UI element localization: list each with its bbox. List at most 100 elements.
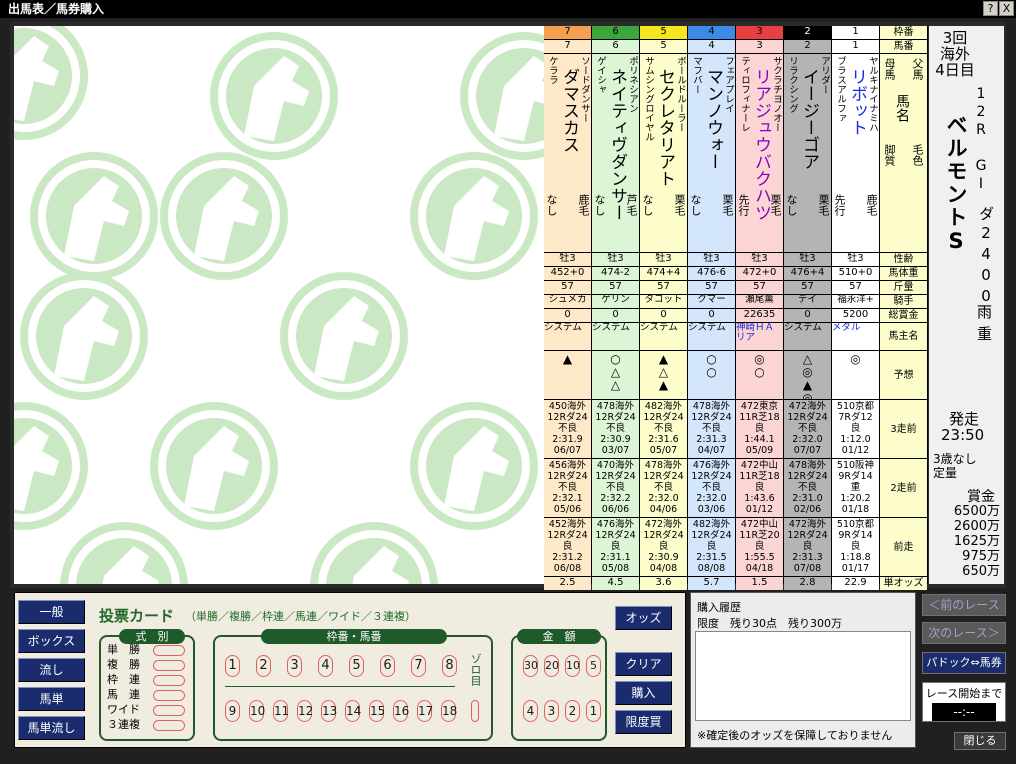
number-button[interactable]: 12 — [297, 700, 313, 722]
amount-button[interactable]: 1 — [586, 700, 601, 722]
bet-mode-button[interactable]: ボックス — [18, 629, 85, 653]
horse-main-cell[interactable]: ポリネシアン ゲイシャ ネイティヴダンサー なし 芦毛 — [592, 54, 639, 252]
amount-button[interactable]: 4 — [523, 700, 538, 722]
past-race-line: 不良 — [557, 482, 577, 493]
past-race-line: 不良 — [605, 423, 625, 434]
amount-button[interactable]: 10 — [565, 655, 580, 677]
amount-button[interactable]: 30 — [523, 655, 538, 677]
action-button[interactable]: クリア — [615, 652, 672, 676]
history-list[interactable] — [695, 631, 911, 721]
past-race-line: 2:32.0 — [648, 493, 679, 504]
horse-name[interactable]: ダマスカス — [559, 68, 579, 153]
sex-age-cell: 牡3 — [640, 253, 687, 266]
bet-type-label: ３連複 — [107, 718, 140, 731]
number-button[interactable]: 15 — [369, 700, 385, 722]
horse-name[interactable]: セクレタリアト — [655, 68, 675, 187]
zoro-checkbox[interactable] — [471, 700, 479, 722]
action-button[interactable]: 限度買 — [615, 710, 672, 734]
number-button[interactable]: 2 — [256, 655, 271, 677]
history-limit: 限度 残り30点 残り300万 — [697, 617, 842, 630]
bet-mode-button[interactable]: 一般 — [18, 600, 85, 624]
past-race-line: 重 — [850, 482, 861, 493]
prize-label: 賞金 — [967, 489, 995, 505]
amount-button[interactable]: 5 — [586, 655, 601, 677]
past-race-line: 不良 — [701, 482, 721, 493]
next-race-button[interactable]: 次のレース＞ — [922, 622, 1006, 644]
past-race-line: 06/06 — [601, 504, 630, 515]
bet-type-toggle[interactable] — [153, 675, 185, 686]
day: 4日目 — [935, 61, 975, 79]
help-button[interactable]: ? — [983, 1, 998, 16]
number-button[interactable]: 11 — [273, 700, 289, 722]
number-button[interactable]: 6 — [380, 655, 395, 677]
bet-type-toggle[interactable] — [153, 660, 185, 671]
number-button[interactable]: 18 — [441, 700, 457, 722]
bet-type-toggle[interactable] — [153, 705, 185, 716]
close-window-button[interactable]: X — [999, 1, 1014, 16]
odds-disclaimer: ※確定後のオッズを保障しておりません — [697, 729, 893, 742]
number-button[interactable]: 8 — [442, 655, 457, 677]
bet-mode-button[interactable]: 馬単流し — [18, 716, 85, 740]
race-card-table: 7 6 5 4 3 2 1 枠番 7 6 5 4 3 2 1 馬番 ソードダンサー ケララ ダマスカス なし 鹿毛 ポリネ… — [544, 26, 928, 590]
number-button[interactable]: 5 — [349, 655, 364, 677]
number-button[interactable]: 17 — [417, 700, 433, 722]
sire-name: フェアプレイ — [723, 56, 734, 113]
bet-type-toggle[interactable] — [153, 645, 185, 656]
number-button[interactable]: 14 — [345, 700, 361, 722]
action-button[interactable]: 購入 — [615, 681, 672, 705]
horse-main-cell[interactable]: アリダー リラクシング イージーゴア なし 栗毛 — [784, 54, 831, 252]
race-no-text: 12R — [973, 86, 989, 140]
row-label-r1: 前走 — [880, 518, 927, 576]
number-button[interactable]: 9 — [225, 700, 240, 722]
number-button[interactable]: 7 — [411, 655, 426, 677]
past-race-line: 510京都 — [836, 401, 875, 412]
bet-mode-button[interactable]: 流し — [18, 658, 85, 682]
sire-name: ソードダンサー — [579, 56, 590, 123]
past-race-line: 01/12 — [841, 445, 870, 456]
past-race-line: 2:31.3 — [696, 434, 727, 445]
number-button[interactable]: 13 — [321, 700, 337, 722]
past-race-line: 2:31.5 — [696, 552, 727, 563]
running-style: なし — [545, 194, 558, 216]
body-weight-cell: 476+4 — [784, 267, 831, 280]
post-time: 23:50 — [941, 426, 985, 444]
bet-type-toggle[interactable] — [153, 720, 185, 731]
amount-header: 金 額 — [517, 629, 601, 644]
horse-name[interactable]: マンノウォー — [703, 68, 723, 170]
past-race-line: 12Rダ24 — [595, 412, 636, 423]
number-box — [213, 635, 493, 741]
bet-type-toggle[interactable] — [153, 690, 185, 701]
past-race-line: 12Rダ24 — [787, 471, 828, 482]
countdown-panel: レース開始まで --:-- — [922, 682, 1006, 722]
number-button[interactable]: 16 — [393, 700, 409, 722]
horse-main-cell[interactable]: サクラチヨノオー ティロフィナーレ リアジュウバクハツ 先行 栗毛 — [736, 54, 783, 252]
horse-main-cell[interactable]: ソードダンサー ケララ ダマスカス なし 鹿毛 — [544, 54, 591, 252]
bet-mode-button[interactable]: 馬単 — [18, 687, 85, 711]
action-button[interactable]: オッズ — [615, 606, 672, 630]
prev-race-button[interactable]: ＜前のレース — [922, 594, 1006, 616]
win-odds-cell: 5.7 — [688, 577, 735, 590]
horse-main-cell[interactable]: ボールドルーラー サムシングロイヤル セクレタリアト なし 栗毛 — [640, 54, 687, 252]
number-button[interactable]: 1 — [225, 655, 240, 677]
amount-button[interactable]: 2 — [565, 700, 580, 722]
horse-main-cell[interactable]: ヤルキナイナミハ ブラスアルファ リボット 先行 鹿毛 — [832, 54, 879, 252]
amount-button[interactable]: 20 — [544, 655, 559, 677]
horse-main-cell[interactable]: フェアプレイ マフバー マンノウォー なし 栗毛 — [688, 54, 735, 252]
number-button[interactable]: 4 — [318, 655, 333, 677]
number-button[interactable]: 3 — [287, 655, 302, 677]
amount-button[interactable]: 3 — [544, 700, 559, 722]
close-button[interactable]: 閉じる — [954, 732, 1006, 750]
past-race-line: 良 — [754, 482, 765, 493]
past-race-cell: 450海外 12Rダ24 不良 2:31.9 06/07 — [544, 400, 591, 458]
past-race-line: 11R芝20 — [739, 530, 780, 541]
horse-name[interactable]: リボット — [847, 68, 867, 136]
paddock-toggle-button[interactable]: パドック⇔馬券 — [922, 652, 1006, 674]
number-button[interactable]: 10 — [249, 700, 265, 722]
past-race-line: 472中山 — [740, 460, 779, 471]
horse-name[interactable]: イージーゴア — [799, 68, 819, 170]
impost-cell: 57 — [592, 281, 639, 294]
past-race-line: 476海外 — [692, 460, 731, 471]
horse-name[interactable]: リアジュウバクハツ — [751, 68, 771, 221]
horse-name[interactable]: ネイティヴダンサー — [607, 68, 627, 221]
row-label-waku: 枠番 — [880, 26, 927, 39]
